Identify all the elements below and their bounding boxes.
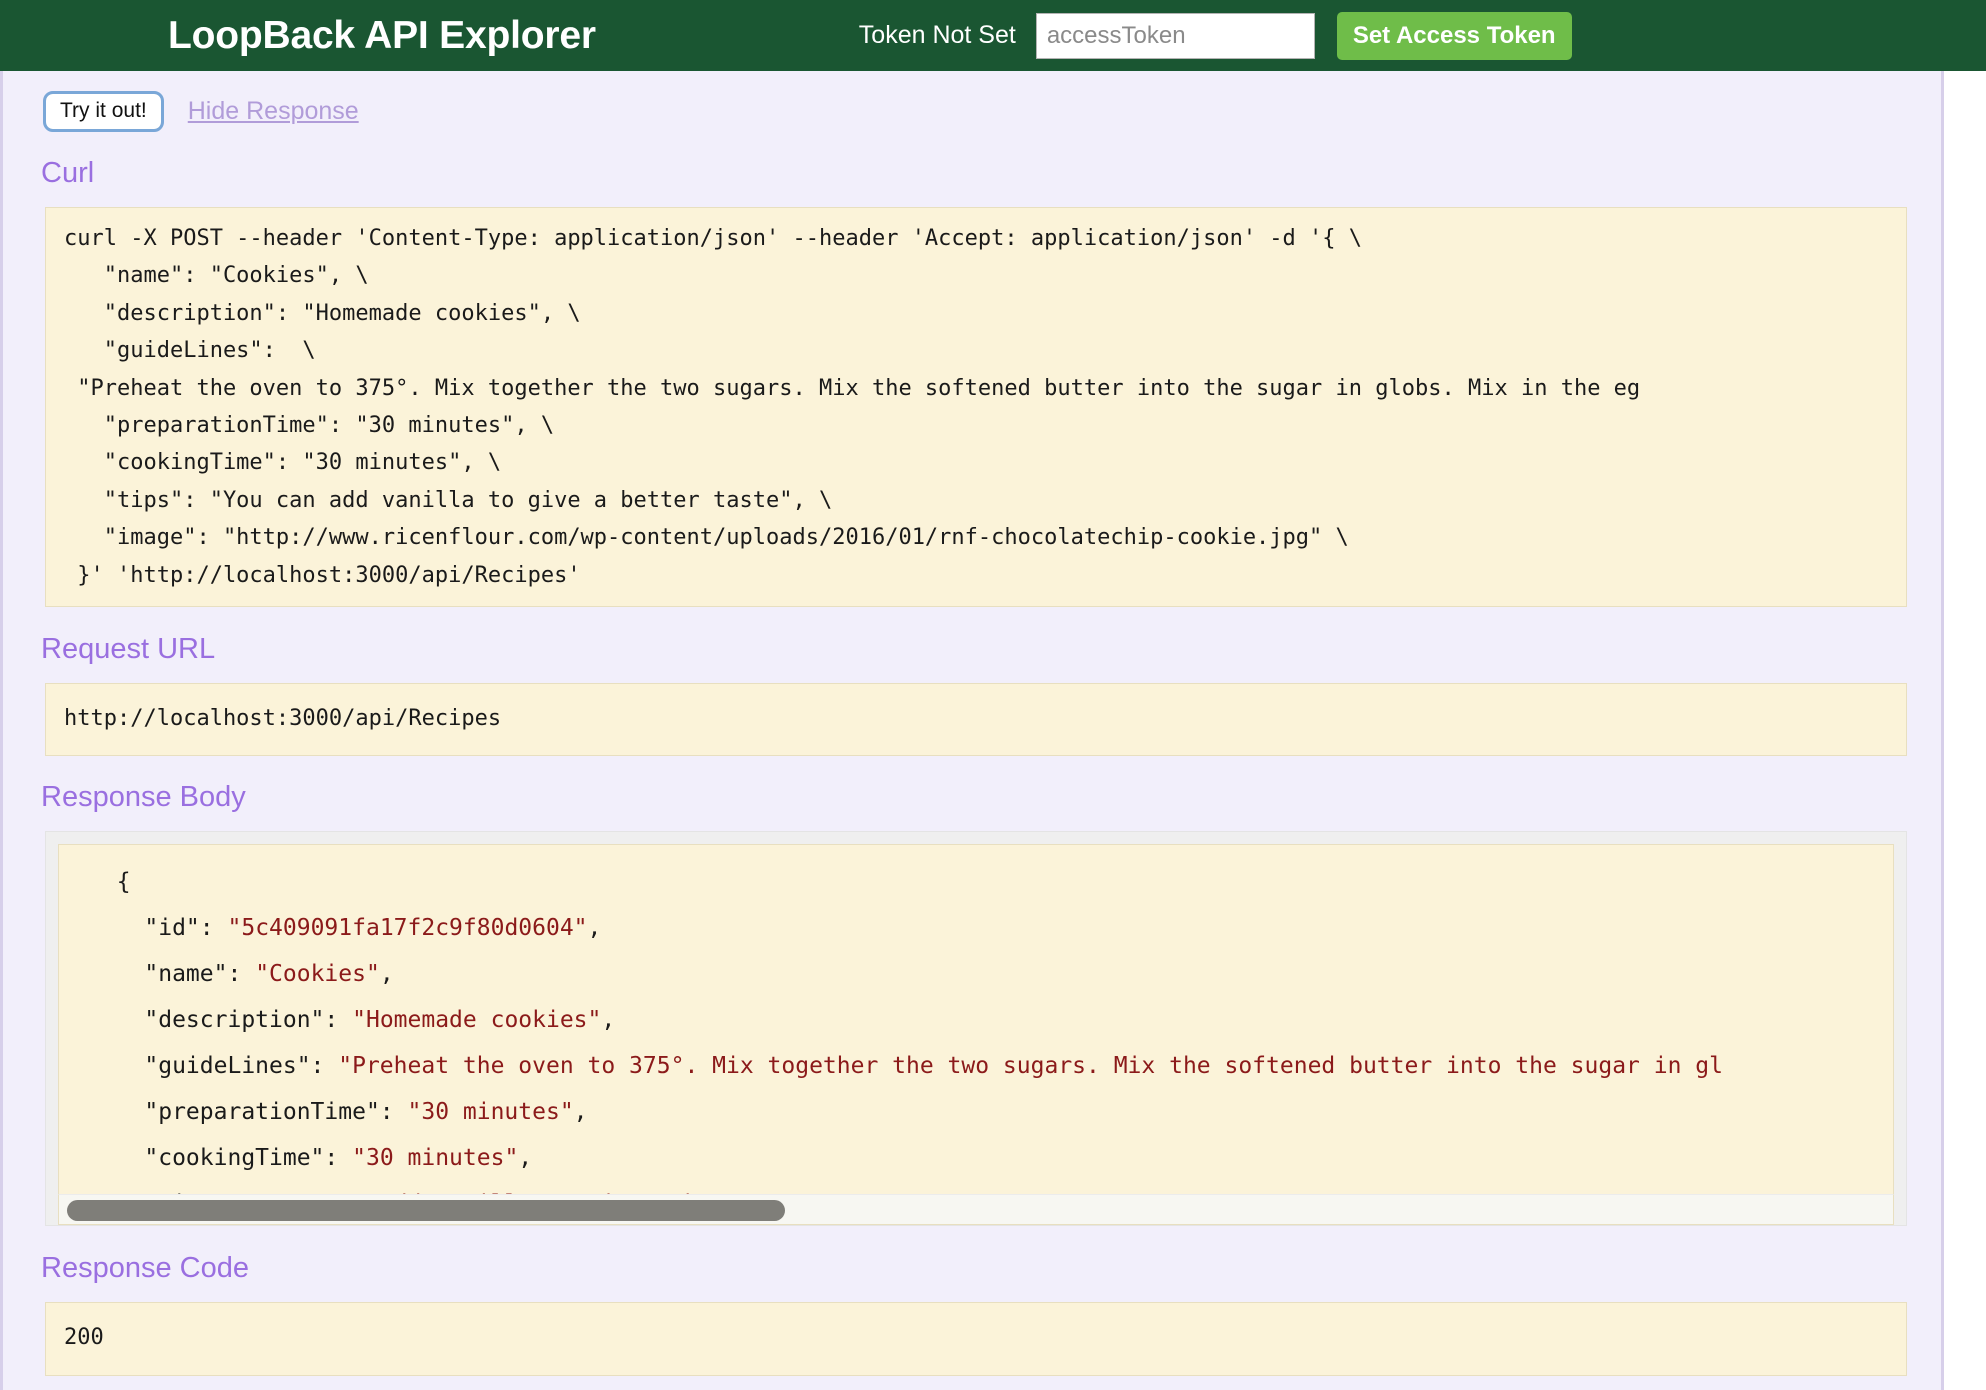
curl-line: "preparationTime": "30 minutes", \	[64, 407, 1906, 444]
token-area: Token Not Set Set Access Token	[859, 12, 1572, 60]
curl-heading: Curl	[41, 157, 1941, 190]
curl-line: "name": "Cookies", \	[64, 257, 1906, 294]
curl-line: "Preheat the oven to 375°. Mix together …	[64, 370, 1906, 407]
request-url-value: http://localhost:3000/api/Recipes	[45, 683, 1907, 756]
page-title: LoopBack API Explorer	[168, 14, 596, 58]
response-body-horizontal-scrollbar[interactable]	[58, 1194, 1894, 1225]
json-field-line: "guideLines": "Preheat the oven to 375°.…	[89, 1043, 1893, 1089]
operation-content-panel: Try it out! Hide Response Curl curl -X P…	[0, 71, 1944, 1390]
json-field-line: "tips": "You can add vanilla to give a b…	[89, 1181, 1893, 1194]
request-url-heading: Request URL	[41, 633, 1941, 666]
json-open-brace: {	[89, 859, 1893, 905]
action-row: Try it out! Hide Response	[3, 71, 1941, 130]
json-field-line: "cookingTime": "30 minutes",	[89, 1135, 1893, 1181]
hide-response-link[interactable]: Hide Response	[188, 97, 359, 126]
curl-line: "guideLines": \	[64, 332, 1906, 369]
json-field-line: "id": "5c409091fa17f2c9f80d0604",	[89, 905, 1893, 951]
json-field-line: "preparationTime": "30 minutes",	[89, 1089, 1893, 1135]
set-access-token-button[interactable]: Set Access Token	[1337, 12, 1572, 60]
json-field-line: "description": "Homemade cookies",	[89, 997, 1893, 1043]
curl-line: "image": "http://www.ricenflour.com/wp-c…	[64, 519, 1906, 556]
json-field-line: "name": "Cookies",	[89, 951, 1893, 997]
curl-line: }' 'http://localhost:3000/api/Recipes'	[64, 557, 1906, 594]
response-body-scroll-wrapper: { "id": "5c409091fa17f2c9f80d0604", "nam…	[45, 831, 1907, 1226]
curl-line: curl -X POST --header 'Content-Type: app…	[64, 220, 1906, 257]
curl-line: "description": "Homemade cookies", \	[64, 295, 1906, 332]
scrollbar-thumb[interactable]	[67, 1200, 785, 1221]
token-status-label: Token Not Set	[859, 21, 1016, 50]
response-code-heading: Response Code	[41, 1252, 1941, 1285]
response-body-heading: Response Body	[41, 781, 1941, 814]
curl-command-block: curl -X POST --header 'Content-Type: app…	[45, 207, 1907, 607]
app-header: LoopBack API Explorer Token Not Set Set …	[0, 0, 1986, 71]
curl-line: "cookingTime": "30 minutes", \	[64, 444, 1906, 481]
response-body-json: { "id": "5c409091fa17f2c9f80d0604", "nam…	[58, 844, 1894, 1194]
curl-line: "tips": "You can add vanilla to give a b…	[64, 482, 1906, 519]
response-code-value: 200	[45, 1302, 1907, 1375]
try-it-out-button[interactable]: Try it out!	[45, 93, 162, 130]
access-token-input[interactable]	[1036, 13, 1315, 59]
